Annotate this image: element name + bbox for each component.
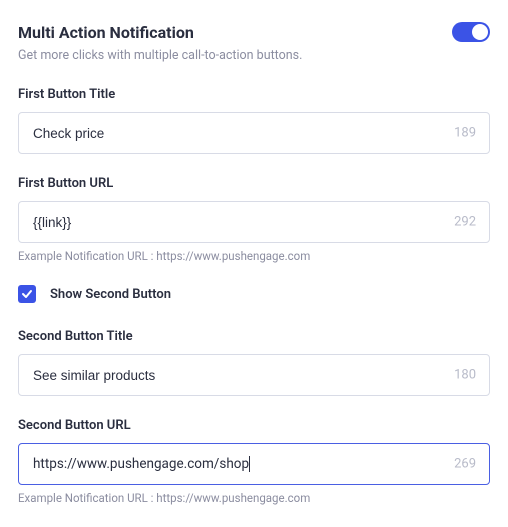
first-button-url-label: First Button URL	[18, 176, 490, 191]
check-icon	[21, 288, 33, 300]
second-button-title-input[interactable]	[18, 354, 490, 396]
first-button-title-input[interactable]	[18, 112, 490, 154]
show-second-button-label: Show Second Button	[50, 287, 171, 302]
section-title: Multi Action Notification	[18, 23, 194, 42]
toggle-knob	[472, 24, 488, 40]
second-button-url-hint: Example Notification URL : https://www.p…	[18, 491, 490, 505]
multi-action-toggle[interactable]	[452, 22, 490, 42]
first-button-title-label: First Button Title	[18, 87, 490, 102]
text-caret	[249, 456, 250, 472]
show-second-button-checkbox[interactable]	[18, 285, 36, 303]
section-subtitle: Get more clicks with multiple call-to-ac…	[18, 48, 490, 63]
second-button-title-label: Second Button Title	[18, 329, 490, 344]
first-button-url-hint: Example Notification URL : https://www.p…	[18, 249, 490, 263]
second-button-url-value: https://www.pushengage.com/shop	[33, 456, 249, 472]
second-button-url-label: Second Button URL	[18, 418, 490, 433]
second-button-url-input[interactable]: https://www.pushengage.com/shop	[18, 443, 490, 485]
first-button-url-input[interactable]	[18, 201, 490, 243]
